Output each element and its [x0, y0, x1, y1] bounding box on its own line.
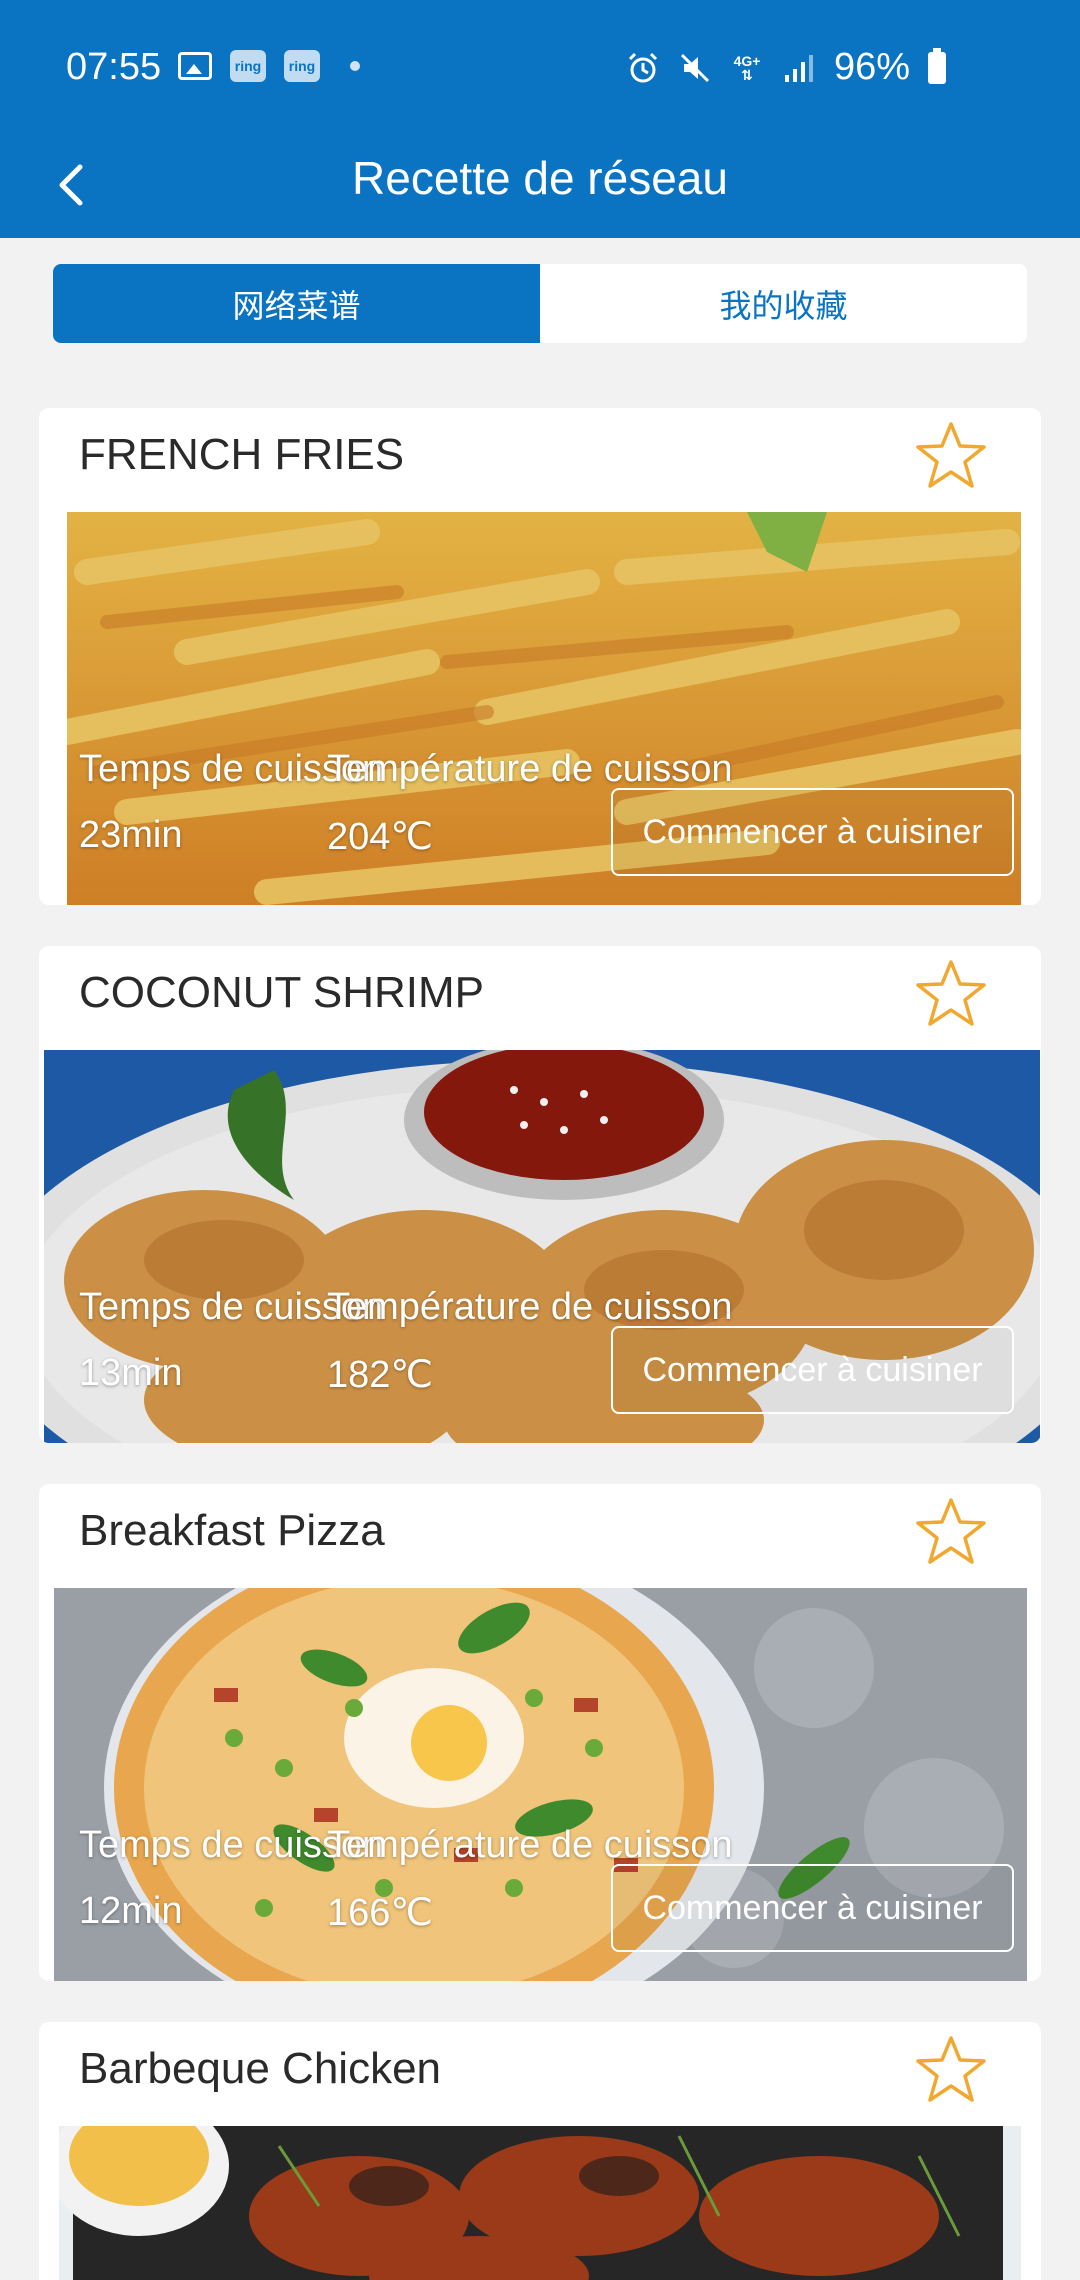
cook-temp-value: 182℃ — [327, 1354, 434, 1396]
cook-time-value: 12min — [79, 1890, 183, 1932]
alarm-icon — [626, 51, 660, 85]
battery-icon — [928, 47, 947, 84]
status-bar: 07:55 ring ring 4G+ ⇅ 96% — [0, 0, 1080, 135]
star-icon[interactable] — [913, 1494, 989, 1570]
recipe-card[interactable]: Barbeque Chicken — [39, 2022, 1041, 2280]
tab-my-favorites[interactable]: 我的收藏 — [540, 264, 1027, 343]
image-notification-icon — [178, 52, 212, 80]
recipe-info: Temps de cuisson Température de cuisson … — [79, 1286, 1041, 1443]
notification-icons: ring ring — [178, 50, 360, 82]
network-type-label: 4G+ — [733, 52, 761, 69]
recipe-info: Temps de cuisson Température de cuisson … — [79, 748, 1041, 905]
battery-percent: 96% — [834, 46, 911, 88]
tab-network-recipes[interactable]: 网络菜谱 — [53, 264, 540, 343]
ring-app-icon: ring — [230, 50, 266, 82]
ring-app-icon-2: ring — [284, 50, 320, 82]
cook-time-value: 13min — [79, 1352, 183, 1394]
start-cooking-button[interactable]: Commencer à cuisiner — [611, 788, 1014, 876]
system-icons: 4G+ ⇅ 96% — [626, 46, 947, 89]
cook-temp-label: Température de cuisson — [327, 748, 733, 790]
recipe-photo — [59, 2126, 1021, 2280]
star-icon[interactable] — [913, 418, 989, 494]
app-header: Recette de réseau — [0, 135, 1080, 238]
recipe-title: Breakfast Pizza — [79, 1506, 385, 1555]
cook-temp-label: Température de cuisson — [327, 1824, 733, 1866]
page-title: Recette de réseau — [352, 152, 728, 204]
recipe-title: COCONUT SHRIMP — [79, 968, 484, 1017]
cook-temp-value: 166℃ — [327, 1892, 434, 1934]
start-cooking-button[interactable]: Commencer à cuisiner — [611, 1864, 1014, 1952]
star-icon[interactable] — [913, 2032, 989, 2108]
recipe-title: Barbeque Chicken — [79, 2044, 442, 2093]
recipe-info: Temps de cuisson Température de cuisson … — [79, 1824, 1041, 1981]
more-notifications-icon — [350, 61, 360, 71]
cook-temp-value: 204℃ — [327, 816, 434, 858]
signal-icon — [782, 51, 816, 85]
recipe-card[interactable]: FRENCH FRIES Temps de cuisson Températur… — [39, 408, 1041, 905]
recipe-title: FRENCH FRIES — [79, 430, 405, 479]
start-cooking-button[interactable]: Commencer à cuisiner — [611, 1326, 1014, 1414]
network-4g-icon: 4G+ ⇅ — [733, 52, 761, 83]
recipe-card[interactable]: COCONUT SHRIMP Temps de cuisson Températ… — [39, 946, 1041, 1443]
segmented-tabs: 网络菜谱 我的收藏 — [53, 264, 1027, 343]
cook-time-value: 23min — [79, 814, 183, 856]
recipe-card[interactable]: Breakfast Pizza Temps de cuisson Tempéra… — [39, 1484, 1041, 1981]
star-icon[interactable] — [913, 956, 989, 1032]
status-time: 07:55 — [66, 46, 162, 88]
cook-temp-label: Température de cuisson — [327, 1286, 733, 1328]
mute-icon — [678, 51, 712, 85]
